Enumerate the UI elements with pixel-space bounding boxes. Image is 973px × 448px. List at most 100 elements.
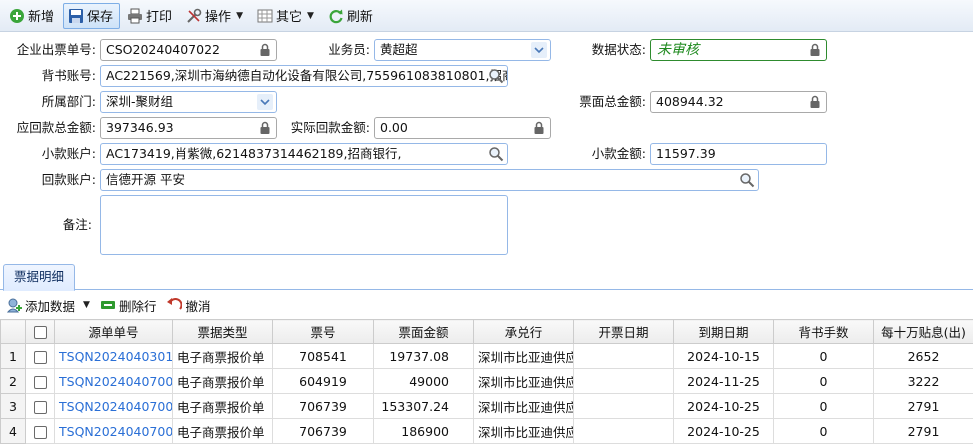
small-amount-field[interactable]: 11597.39 bbox=[650, 143, 827, 165]
operate-menu-button[interactable]: 操作 ▼ bbox=[181, 3, 250, 29]
row-checkbox-cell[interactable] bbox=[25, 418, 55, 444]
face-amount-cell: 49000 bbox=[373, 368, 474, 394]
column-header[interactable]: 票号 bbox=[272, 319, 374, 344]
row-checkbox[interactable] bbox=[33, 425, 47, 439]
interest-cell: 2791 bbox=[873, 418, 973, 444]
row-number: 3 bbox=[0, 393, 26, 419]
new-button[interactable]: 新增 bbox=[4, 3, 61, 29]
undo-icon bbox=[167, 298, 183, 310]
column-header[interactable]: 票面金额 bbox=[373, 319, 474, 344]
row-number: 4 bbox=[0, 418, 26, 444]
remark-textarea[interactable] bbox=[100, 195, 508, 255]
issue-date-cell bbox=[573, 368, 674, 394]
chevron-down-icon bbox=[531, 42, 547, 58]
table-row[interactable]: 1 TSQN20240403012 电子商票报价单 708541 19737.0… bbox=[0, 343, 973, 369]
row-checkbox-cell[interactable] bbox=[25, 343, 55, 369]
acceptor-bank-cell: 深圳市比亚迪供应链 bbox=[473, 393, 574, 419]
chevron-down-icon: ▼ bbox=[236, 10, 243, 21]
receivable-field[interactable]: 397346.93 bbox=[100, 117, 277, 139]
lock-icon bbox=[260, 121, 270, 134]
undo-button[interactable]: 撤消 bbox=[166, 296, 214, 315]
small-amount-label: 小款金额: bbox=[591, 146, 646, 161]
source-no-link[interactable]: TSQN20240407001 bbox=[54, 368, 173, 394]
grid-header-row: 源单单号 票据类型 票号 票面金额 承兑行 开票日期 到期日期 背书手数 每十万… bbox=[0, 319, 973, 344]
other-menu-button[interactable]: 其它 ▼ bbox=[252, 3, 321, 29]
bill-type-cell: 电子商票报价单 bbox=[172, 368, 273, 394]
chevron-down-icon bbox=[257, 94, 273, 110]
salesman-select[interactable]: 黄超超 bbox=[374, 39, 551, 61]
small-account-label: 小款账户: bbox=[41, 146, 96, 161]
bill-no-cell: 706739 bbox=[272, 418, 374, 444]
row-checkbox[interactable] bbox=[33, 375, 47, 389]
refresh-icon bbox=[328, 8, 344, 24]
bill-type-cell: 电子商票报价单 bbox=[172, 393, 273, 419]
table-row[interactable]: 3 TSQN20240407004 电子商票报价单 706739 153307.… bbox=[0, 393, 973, 419]
issue-date-cell bbox=[573, 393, 674, 419]
acceptor-bank-cell: 深圳市比亚迪供应链 bbox=[473, 343, 574, 369]
remove-icon bbox=[100, 301, 115, 309]
column-header[interactable]: 背书手数 bbox=[773, 319, 874, 344]
search-icon[interactable] bbox=[488, 68, 504, 84]
lock-icon bbox=[810, 43, 820, 56]
bill-type-cell: 电子商票报价单 bbox=[172, 343, 273, 369]
due-date-cell: 2024-10-25 bbox=[673, 393, 774, 419]
save-button[interactable]: 保存 bbox=[63, 2, 121, 29]
source-no-link[interactable]: TSQN20240407006 bbox=[54, 418, 173, 444]
source-no-link[interactable]: TSQN20240403012 bbox=[54, 343, 173, 369]
small-account-field[interactable]: AC173419,肖紫微,6214837314462189,招商银行, bbox=[100, 143, 508, 165]
refresh-button[interactable]: 刷新 bbox=[323, 3, 380, 29]
endorse-label: 背书账号: bbox=[41, 68, 96, 83]
dept-select[interactable]: 深圳-聚财组 bbox=[100, 91, 277, 113]
tools-icon bbox=[186, 8, 202, 24]
face-amount-cell: 186900 bbox=[373, 418, 474, 444]
search-icon[interactable] bbox=[739, 172, 755, 188]
interest-cell: 2652 bbox=[873, 343, 973, 369]
return-account-field[interactable]: 信德开源 平安 bbox=[100, 169, 759, 191]
face-total-field[interactable]: 408944.32 bbox=[650, 91, 827, 113]
column-header[interactable]: 到期日期 bbox=[673, 319, 774, 344]
table-row[interactable]: 2 TSQN20240407001 电子商票报价单 604919 49000 深… bbox=[0, 368, 973, 394]
endorse-hands-cell: 0 bbox=[773, 418, 874, 444]
endorse-hands-cell: 0 bbox=[773, 368, 874, 394]
search-icon[interactable] bbox=[488, 146, 504, 162]
row-number: 1 bbox=[0, 343, 26, 369]
issue-date-cell bbox=[573, 343, 674, 369]
remark-label: 备注: bbox=[62, 217, 92, 232]
row-checkbox[interactable] bbox=[33, 350, 47, 364]
select-all-checkbox-header[interactable] bbox=[25, 319, 55, 344]
due-date-cell: 2024-10-25 bbox=[673, 418, 774, 444]
print-button[interactable]: 打印 bbox=[122, 3, 179, 29]
actual-field[interactable]: 0.00 bbox=[374, 117, 551, 139]
add-data-button[interactable]: 添加数据 ▼ bbox=[6, 296, 94, 315]
doc-no-field[interactable]: CSO20240407022 bbox=[100, 39, 277, 61]
table-row[interactable]: 4 TSQN20240407006 电子商票报价单 706739 186900 … bbox=[0, 418, 973, 444]
endorse-account-field[interactable]: AC221569,深圳市海纳德自动化设备有限公司,755961083810801… bbox=[100, 65, 508, 87]
status-field: 未审核 bbox=[650, 39, 827, 61]
printer-icon bbox=[127, 8, 143, 24]
lock-icon bbox=[260, 43, 270, 56]
face-amount-cell: 19737.08 bbox=[373, 343, 474, 369]
grid-toolbar: 添加数据 ▼ 删除行 撤消 bbox=[0, 291, 973, 319]
chevron-down-icon: ▼ bbox=[307, 10, 314, 21]
row-checkbox-cell[interactable] bbox=[25, 368, 55, 394]
receivable-label: 应回款总金额: bbox=[16, 120, 96, 135]
column-header[interactable]: 票据类型 bbox=[172, 319, 273, 344]
due-date-cell: 2024-11-25 bbox=[673, 368, 774, 394]
column-header[interactable]: 源单单号 bbox=[54, 319, 173, 344]
add-user-icon bbox=[6, 298, 22, 313]
column-header[interactable]: 每十万贴息(出) bbox=[873, 319, 973, 344]
column-header[interactable]: 开票日期 bbox=[573, 319, 674, 344]
bill-detail-grid: 源单单号 票据类型 票号 票面金额 承兑行 开票日期 到期日期 背书手数 每十万… bbox=[0, 319, 973, 444]
select-all-checkbox[interactable] bbox=[33, 326, 47, 339]
tab-bill-details[interactable]: 票据明细 bbox=[3, 264, 76, 291]
delete-row-button[interactable]: 删除行 bbox=[100, 296, 161, 315]
lock-icon bbox=[534, 121, 544, 134]
row-number-header bbox=[0, 319, 26, 344]
face-total-label: 票面总金额: bbox=[579, 94, 646, 109]
row-checkbox[interactable] bbox=[33, 400, 47, 414]
column-header[interactable]: 承兑行 bbox=[473, 319, 574, 344]
interest-cell: 3222 bbox=[873, 368, 973, 394]
row-checkbox-cell[interactable] bbox=[25, 393, 55, 419]
add-icon bbox=[9, 8, 25, 24]
source-no-link[interactable]: TSQN20240407004 bbox=[54, 393, 173, 419]
